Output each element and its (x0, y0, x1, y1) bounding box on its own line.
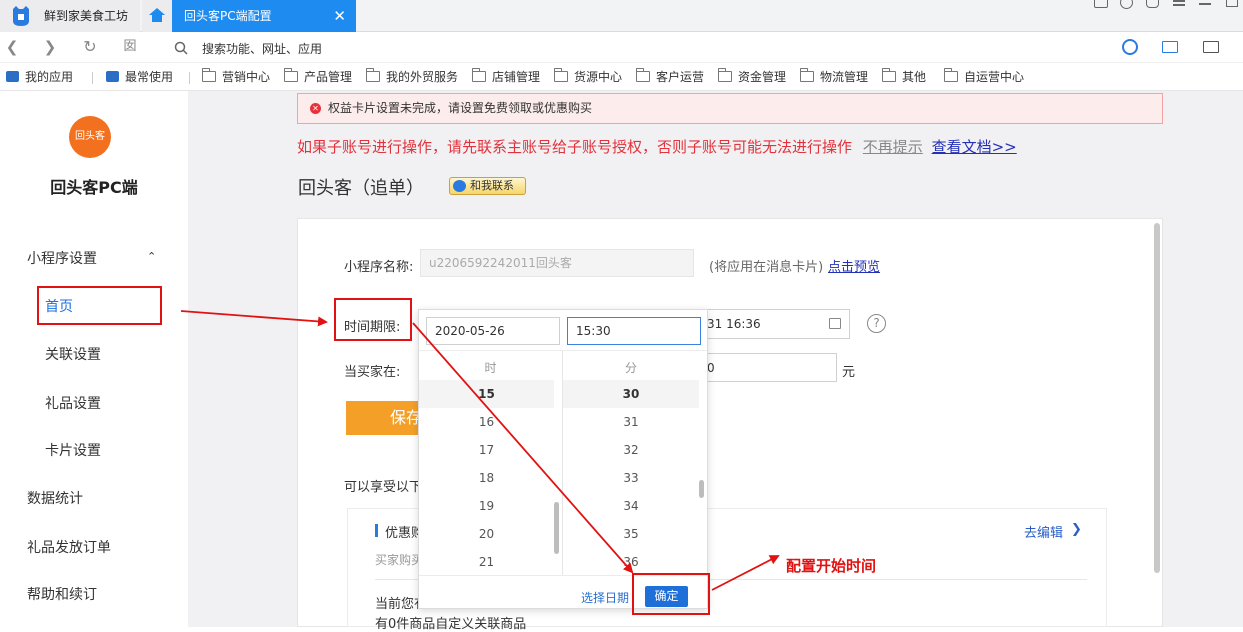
annotation-text: 配置开始时间 (786, 557, 877, 575)
arrow-to-period (180, 310, 328, 327)
annotation-arrows (180, 310, 780, 591)
arrow-to-confirm (412, 322, 634, 574)
arrow-to-annotation (711, 555, 780, 591)
